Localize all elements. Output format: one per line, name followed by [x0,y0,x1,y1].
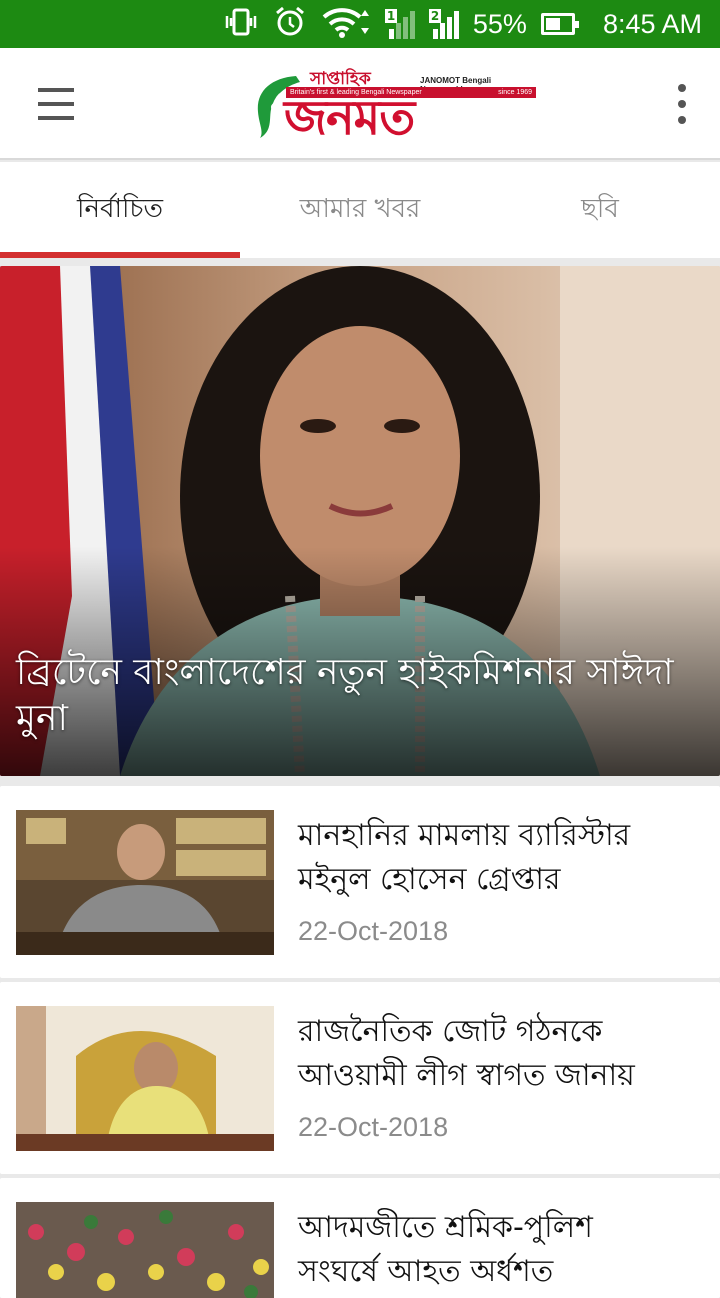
tab-my-news[interactable]: আমার খবর [240,162,480,258]
article-date: 22-Oct-2018 [298,916,449,946]
sim1-label: 1 [384,9,398,23]
article-card[interactable]: আদমজীতে শ্রমিক-পুলিশ সংঘর্ষে আহত অর্ধশত [0,1178,720,1298]
article-card[interactable]: মানহানির মামলায় ব্যারিস্টার মইনুল হোসেন… [0,786,720,978]
clock: 8:45 AM [602,8,702,39]
battery-percent: 55% [472,8,527,39]
tab-label: নির্বাচিত [77,194,163,224]
tab-bar: নির্বাচিত আমার খবর ছবি [0,162,720,258]
article-date: 22-Oct-2018 [298,1112,449,1142]
article-title: রাজনৈতিক জোট গঠনকে আওয়ামী লীগ স্বাগত জা… [298,1014,635,1093]
battery-icon [540,13,579,35]
article-thumbnail [16,810,274,955]
article-title: আদমজীতে শ্রমিক-পুলিশ সংঘর্ষে আহত অর্ধশত [298,1210,593,1289]
menu-icon[interactable] [30,84,82,124]
tab-label: ছবি [581,194,619,224]
alarm-icon [273,5,307,43]
sim1-signal-icon: 1 [384,9,415,39]
featured-article[interactable]: ব্রিটেনে বাংলাদেশের নতুন হাইকমিশনার সাঈদ… [0,266,720,776]
status-bar: 1 2 55% 8:45 AM [0,0,720,48]
tab-photos[interactable]: ছবি [480,162,720,258]
wifi-icon [321,6,371,42]
featured-article-title: ব্রিটেনে বাংলাদেশের নতুন হাইকমিশনার সাঈদ… [16,652,674,739]
logo-since: since 1969 [498,89,532,96]
logo-title: জনমত [284,90,415,146]
tab-selected[interactable]: নির্বাচিত [0,162,240,258]
article-thumbnail [16,1006,274,1151]
tab-label: আমার খবর [299,194,421,224]
article-thumbnail [16,1202,274,1298]
overflow-menu-icon[interactable] [666,82,696,126]
janomot-logo: ৫০ সাপ্তাহিক JANOMOT Bengali Newsweekly … [250,66,540,146]
article-card[interactable]: রাজনৈতিক জোট গঠনকে আওয়ামী লীগ স্বাগত জা… [0,982,720,1174]
article-title: মানহানির মামলায় ব্যারিস্টার মইনুল হোসেন… [298,818,631,897]
sim2-label: 2 [428,9,442,23]
sim2-signal-icon: 2 [428,9,459,39]
app-bar: ৫০ সাপ্তাহিক JANOMOT Bengali Newsweekly … [0,48,720,160]
vibrate-icon [223,7,259,41]
